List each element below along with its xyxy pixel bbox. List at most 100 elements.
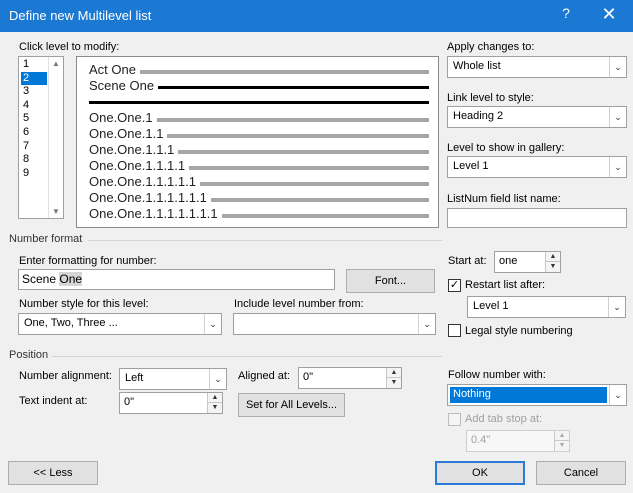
format-input[interactable]: Scene One xyxy=(18,269,335,290)
number-style-dropdown[interactable]: One, Two, Three ... ⌄ xyxy=(18,313,222,335)
aligned-at-label: Aligned at: xyxy=(238,370,290,382)
preview-line-bar xyxy=(189,166,429,170)
preview-line-text: Scene One xyxy=(89,78,155,93)
preview-line-text: One.One.1.1.1 xyxy=(89,142,175,157)
spin-up-icon[interactable]: ▲ xyxy=(554,431,569,441)
spin-down-icon[interactable]: ▼ xyxy=(207,403,222,413)
ok-button[interactable]: OK xyxy=(435,461,525,485)
number-format-heading: Number format xyxy=(9,233,83,245)
preview-line-bar xyxy=(211,198,429,202)
link-style-dropdown[interactable]: Heading 2 ⌄ xyxy=(447,106,627,128)
listnum-input[interactable] xyxy=(447,208,627,228)
less-button[interactable]: << Less xyxy=(8,461,98,485)
chevron-down-icon: ⌄ xyxy=(204,314,221,334)
set-all-levels-button[interactable]: Set for All Levels... xyxy=(238,393,345,417)
number-alignment-dropdown[interactable]: Left ⌄ xyxy=(119,368,227,390)
chevron-down-icon: ⌄ xyxy=(609,157,626,177)
apply-changes-label: Apply changes to: xyxy=(447,41,535,53)
spin-down-icon[interactable]: ▼ xyxy=(386,378,401,388)
font-button[interactable]: Font... xyxy=(346,269,435,293)
format-number-field[interactable]: One xyxy=(59,272,83,286)
spin-up-icon[interactable]: ▲ xyxy=(207,393,222,403)
level-item[interactable]: 2 xyxy=(21,71,47,85)
gallery-level-dropdown[interactable]: Level 1 ⌄ xyxy=(447,156,627,178)
level-item[interactable]: 3 xyxy=(21,85,47,98)
start-at-label: Start at: xyxy=(448,255,487,267)
spin-down-icon[interactable]: ▼ xyxy=(554,441,569,451)
level-label: Click level to modify: xyxy=(19,41,120,53)
preview-line-bar xyxy=(140,70,429,74)
restart-list-dropdown[interactable]: Level 1 ⌄ xyxy=(467,296,626,318)
tab-stop-spinner[interactable]: 0.4" ▲ ▼ xyxy=(466,430,570,452)
title-bar: Define new Multilevel list ? ✕ xyxy=(0,0,633,32)
section-divider xyxy=(52,356,442,357)
position-heading: Position xyxy=(9,349,49,361)
preview-line-text: One.One.1.1 xyxy=(89,126,164,141)
start-at-value: one xyxy=(499,255,518,267)
level-item[interactable]: 9 xyxy=(21,167,47,180)
tab-stop-checkbox[interactable] xyxy=(448,413,461,426)
chevron-down-icon: ⌄ xyxy=(209,369,226,389)
spin-up-icon[interactable]: ▲ xyxy=(545,252,560,262)
close-icon[interactable]: ✕ xyxy=(598,4,620,26)
preview-line-text: One.One.1.1.1.1 xyxy=(89,158,186,173)
spin-down-icon[interactable]: ▼ xyxy=(545,262,560,272)
enter-format-label: Enter formatting for number: xyxy=(19,255,157,267)
preview-line-text: One.One.1.1.1.1.1 xyxy=(89,174,196,189)
preview-pane: Act One Scene One One.One.1 One.One.1.1 One.… xyxy=(76,56,439,228)
follow-number-label: Follow number with: xyxy=(448,369,546,381)
link-style-label: Link level to style: xyxy=(447,92,534,104)
format-text: Scene One xyxy=(22,272,83,286)
preview-separator-bar xyxy=(89,101,429,104)
restart-list-value: Level 1 xyxy=(473,300,509,312)
preview-line-bar xyxy=(222,214,429,218)
help-icon[interactable]: ? xyxy=(556,5,576,25)
level-item[interactable]: 5 xyxy=(21,112,47,125)
aligned-at-value: 0" xyxy=(303,371,314,383)
preview-line-bar xyxy=(158,86,429,89)
number-alignment-label: Number alignment: xyxy=(19,370,112,382)
follow-number-value: Nothing xyxy=(453,388,491,400)
apply-changes-dropdown[interactable]: Whole list ⌄ xyxy=(447,56,627,78)
follow-number-dropdown[interactable]: Nothing ⌄ xyxy=(447,384,627,406)
cancel-button[interactable]: Cancel xyxy=(536,461,626,485)
tab-stop-value: 0.4" xyxy=(471,434,491,446)
listnum-label: ListNum field list name: xyxy=(447,193,561,205)
preview-line-text: One.One.1 xyxy=(89,110,153,125)
level-scrollbar[interactable]: ▲ ▼ xyxy=(48,57,63,218)
section-divider xyxy=(88,240,442,241)
legal-style-label: Legal style numbering xyxy=(465,325,573,337)
restart-list-checkbox[interactable]: ✓ xyxy=(448,279,461,292)
start-at-spinner[interactable]: one ▲ ▼ xyxy=(494,251,561,273)
include-level-label: Include level number from: xyxy=(234,298,364,310)
apply-changes-value: Whole list xyxy=(453,60,501,72)
link-style-value: Heading 2 xyxy=(453,110,504,122)
aligned-at-spinner[interactable]: 0" ▲ ▼ xyxy=(298,367,402,389)
preview-line-text: Act One xyxy=(89,62,136,77)
format-plain-text: Scene xyxy=(22,272,60,286)
level-item[interactable]: 1 xyxy=(21,58,47,71)
chevron-down-icon: ⌄ xyxy=(608,297,625,317)
number-style-label: Number style for this level: xyxy=(19,298,149,310)
chevron-down-icon: ⌄ xyxy=(609,57,626,77)
preview-line-bar xyxy=(178,150,429,154)
tab-stop-label: Add tab stop at: xyxy=(465,413,543,425)
gallery-level-label: Level to show in gallery: xyxy=(447,142,565,154)
preview-line-bar xyxy=(157,118,429,122)
level-listbox[interactable]: 123456789 ▲ ▼ xyxy=(18,56,64,219)
level-item[interactable]: 4 xyxy=(21,99,47,112)
level-item[interactable]: 7 xyxy=(21,140,47,153)
chevron-down-icon: ⌄ xyxy=(609,385,626,405)
level-item[interactable]: 8 xyxy=(21,153,47,166)
scroll-up-icon[interactable]: ▲ xyxy=(52,59,60,68)
spin-up-icon[interactable]: ▲ xyxy=(386,368,401,378)
number-style-value: One, Two, Three ... xyxy=(24,317,118,329)
chevron-down-icon: ⌄ xyxy=(609,107,626,127)
legal-style-checkbox[interactable] xyxy=(448,324,461,337)
preview-line-bar xyxy=(200,182,429,186)
restart-list-label: Restart list after: xyxy=(465,279,546,291)
include-level-dropdown[interactable]: ⌄ xyxy=(233,313,436,335)
level-item[interactable]: 6 xyxy=(21,126,47,139)
scroll-down-icon[interactable]: ▼ xyxy=(52,207,60,216)
text-indent-spinner[interactable]: 0" ▲ ▼ xyxy=(119,392,223,414)
